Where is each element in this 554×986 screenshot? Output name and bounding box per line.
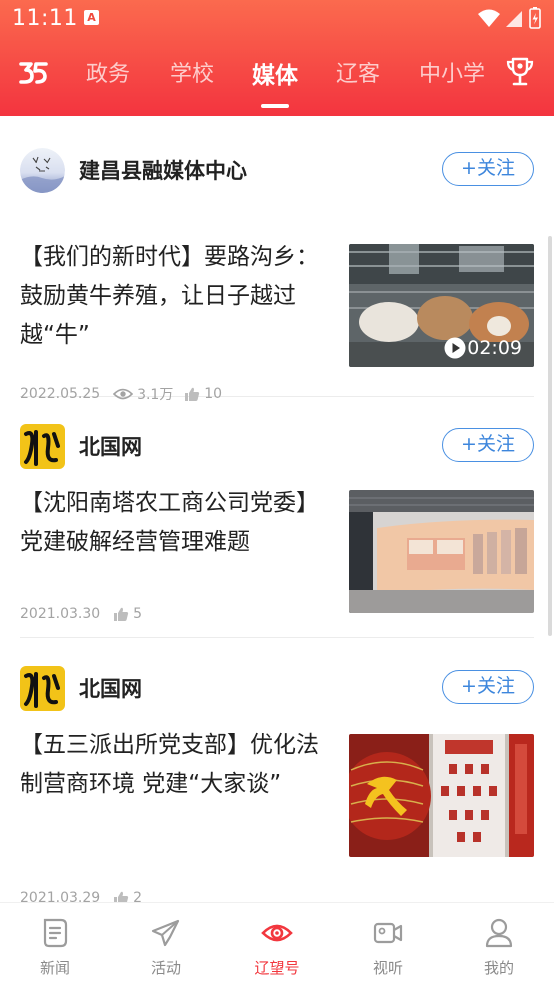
article-card[interactable]: 建昌县融媒体中心 +关注 【我们的新时代】要路沟乡：鼓励黄牛养殖，让日子越过越“… <box>20 144 534 403</box>
nav-activities[interactable]: 活动 <box>111 903 221 986</box>
article-likes: 10 <box>204 386 223 402</box>
article-likes: 5 <box>133 606 142 622</box>
nav-news[interactable]: 新闻 <box>0 903 110 986</box>
video-camera-icon <box>373 922 403 944</box>
source-avatar[interactable] <box>20 148 65 193</box>
follow-button[interactable]: +关注 <box>442 428 534 462</box>
article-card[interactable]: 北国网 +关注 【五三派出所党支部】优化法制营商环境 党建“大家谈” 2021.… <box>20 662 534 902</box>
article-source-row: 北国网 +关注 <box>20 662 534 714</box>
article-thumbnail[interactable] <box>349 734 534 857</box>
article-date: 2021.03.29 <box>20 890 101 902</box>
source-avatar[interactable] <box>20 666 65 711</box>
play-icon[interactable] <box>444 337 466 359</box>
source-name[interactable]: 建昌县融媒体中心 <box>79 155 247 185</box>
article-date: 2022.05.25 <box>20 386 101 402</box>
wifi-icon <box>478 9 500 27</box>
nav-label: 辽望号 <box>254 959 300 977</box>
user-icon <box>485 918 513 948</box>
article-title[interactable]: 【五三派出所党支部】优化法制营商环境 党建“大家谈” <box>20 726 328 804</box>
news-icon <box>43 918 68 948</box>
article-source-row: 北国网 +关注 <box>20 420 534 472</box>
article-meta: 2022.05.25 3.1万 10 <box>20 384 222 404</box>
tab-primary-middle-school[interactable]: 中小学 <box>419 56 485 88</box>
article-likes: 2 <box>133 890 142 902</box>
feed-scrollbar[interactable] <box>548 236 552 636</box>
article-card[interactable]: 北国网 +关注 【沈阳南塔农工商公司党委】党建破解经营管理难题 2021.03.… <box>20 420 534 638</box>
status-bar: 11:11 A <box>0 0 554 38</box>
follow-button[interactable]: +关注 <box>442 670 534 704</box>
tab-media[interactable]: 媒体 <box>252 56 298 90</box>
article-source-row: 建昌县融媒体中心 +关注 <box>20 144 534 196</box>
article-views: 3.1万 <box>137 387 174 403</box>
views-icon <box>112 388 133 400</box>
nav-label: 新闻 <box>39 959 70 977</box>
article-date: 2021.03.30 <box>20 606 101 622</box>
notification-icon: A <box>84 10 99 25</box>
channel-tabs: 政务 学校 媒体 辽客 中小学 <box>0 44 554 116</box>
tab-school[interactable]: 学校 <box>170 56 214 88</box>
nav-label: 活动 <box>150 959 181 977</box>
article-thumbnail[interactable] <box>349 490 534 613</box>
paper-plane-icon <box>151 919 180 947</box>
eye-icon <box>261 924 293 942</box>
nav-profile[interactable]: 我的 <box>444 903 554 986</box>
nav-label: 我的 <box>483 959 514 977</box>
like-icon[interactable] <box>113 890 129 902</box>
like-icon[interactable] <box>184 386 200 402</box>
like-icon[interactable] <box>113 606 129 622</box>
signal-icon <box>506 11 522 27</box>
nav-audio-video[interactable]: 视听 <box>333 903 443 986</box>
source-name[interactable]: 北国网 <box>79 673 142 703</box>
bottom-navigation: 新闻 活动 辽望号 视听 我的 <box>0 902 554 985</box>
tab-liaoke[interactable]: 辽客 <box>336 56 380 88</box>
article-feed[interactable]: 建昌县融媒体中心 +关注 【我们的新时代】要路沟乡：鼓励黄牛养殖，让日子越过越“… <box>0 116 554 902</box>
article-title[interactable]: 【我们的新时代】要路沟乡：鼓励黄牛养殖，让日子越过越“牛” <box>20 238 328 355</box>
article-title[interactable]: 【沈阳南塔农工商公司党委】党建破解经营管理难题 <box>20 484 328 562</box>
follow-button[interactable]: +关注 <box>442 152 534 186</box>
status-icons <box>478 7 541 29</box>
article-meta: 2021.03.30 5 <box>20 606 142 622</box>
source-avatar[interactable] <box>20 424 65 469</box>
app-logo-icon[interactable] <box>18 58 48 86</box>
battery-icon <box>529 7 541 29</box>
article-video-thumbnail[interactable]: 02:09 <box>349 244 534 367</box>
video-duration: 02:09 <box>467 337 522 359</box>
trophy-icon[interactable] <box>506 56 534 88</box>
active-tab-indicator <box>261 104 289 108</box>
app-header: 11:11 A 政务 学校 媒体 辽客 中小学 <box>0 0 554 116</box>
tab-government[interactable]: 政务 <box>86 56 130 88</box>
source-name[interactable]: 北国网 <box>79 431 142 461</box>
nav-label: 视听 <box>372 959 403 977</box>
status-time: 11:11 <box>12 6 78 31</box>
nav-liaowang[interactable]: 辽望号 <box>222 903 332 986</box>
article-meta: 2021.03.29 2 <box>20 890 142 902</box>
